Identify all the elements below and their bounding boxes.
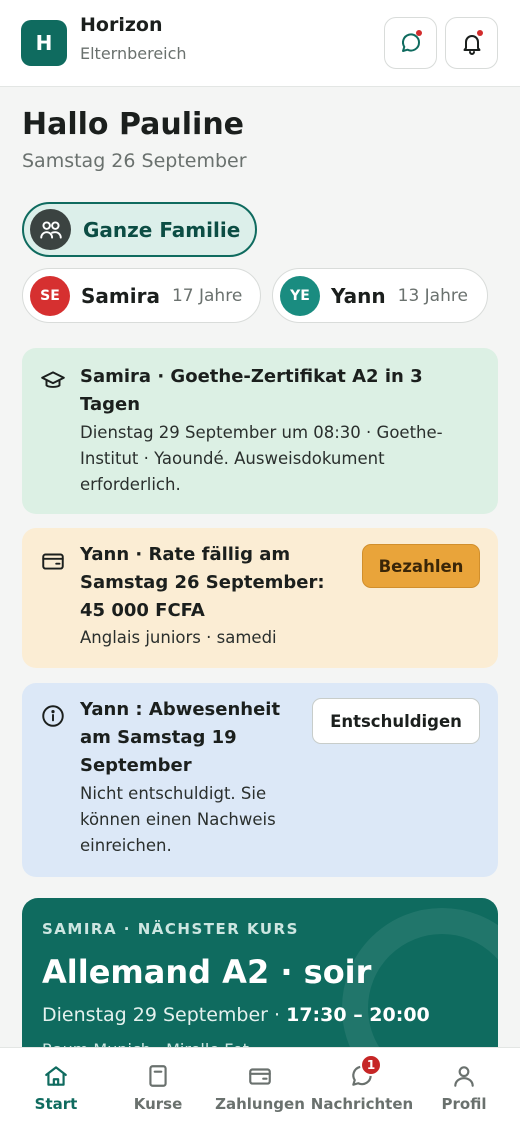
app-title: Horizon xyxy=(80,14,163,36)
exam-details: Dienstag 29 September um 08:30 · Goethe-… xyxy=(80,423,443,494)
nav-label: Kurse xyxy=(133,1095,183,1113)
child-name: Samira xyxy=(81,283,160,308)
users-icon xyxy=(39,220,62,239)
exam-title: Samira · Goethe-Zertifikat A2 in 3 Tagen xyxy=(80,366,423,415)
top-bar: H Horizon Elternbereich xyxy=(0,0,520,87)
child-name: Yann xyxy=(331,283,386,308)
filter-child-samira[interactable]: SE Samira 17 Jahre xyxy=(22,268,261,323)
nav-label: Start xyxy=(34,1095,78,1113)
payment-alert-card: Yann · Rate fällig am Samstag 26 Septemb… xyxy=(22,528,498,668)
page-title: Hallo Pauline xyxy=(22,107,245,142)
nav-label: Zahlungen xyxy=(215,1095,305,1113)
family-avatar xyxy=(30,209,71,250)
nav-label: Nachrichten xyxy=(310,1095,414,1113)
filter-child-yann[interactable]: YE Yann 13 Jahre xyxy=(272,268,488,323)
unread-dot xyxy=(416,30,422,36)
filter-whole-family[interactable]: Ganze Familie xyxy=(22,202,257,257)
course-time: 17:30 – 20:00 xyxy=(286,1004,430,1026)
nav-label: Profil xyxy=(441,1095,487,1113)
nav-kurse[interactable]: Kurse xyxy=(122,1048,194,1125)
pay-button[interactable]: Bezahlen xyxy=(362,544,480,588)
user-icon xyxy=(454,1066,474,1087)
book-icon xyxy=(149,1065,167,1087)
chat-icon-wrap: 1 xyxy=(349,1054,382,1089)
course-schedule: Dienstag 29 September · 17:30 – 20:00 xyxy=(42,1004,430,1026)
child-age: 13 Jahre xyxy=(397,285,468,306)
nav-profil[interactable]: Profil xyxy=(428,1048,500,1125)
absence-alert-card: Yann : Abwesenheit am Samstag 19 Septemb… xyxy=(22,683,498,877)
messages-button[interactable] xyxy=(384,17,437,69)
course-date: Dienstag 29 September · xyxy=(42,1004,287,1026)
avatar: SE xyxy=(30,275,70,316)
nav-nachrichten[interactable]: 1 Nachrichten xyxy=(310,1048,414,1125)
excuse-button[interactable]: Entschuldigen xyxy=(312,698,480,744)
bottom-nav: Start Kurse Zahlungen 1 Nachrichten Prof… xyxy=(0,1047,520,1125)
nav-start[interactable]: Start xyxy=(20,1048,92,1125)
family-label: Ganze Familie xyxy=(83,217,241,242)
wallet-icon xyxy=(249,1068,271,1085)
graduation-cap-icon xyxy=(41,371,65,388)
absence-title: Yann : Abwesenheit am Samstag 19 Septemb… xyxy=(80,699,281,776)
nav-zahlungen[interactable]: Zahlungen xyxy=(214,1048,306,1125)
unread-count-badge: 1 xyxy=(360,1054,382,1076)
payment-title: Yann · Rate fällig am Samstag 26 Septemb… xyxy=(80,544,325,621)
app-logo: H xyxy=(21,20,67,66)
notifications-button[interactable] xyxy=(445,17,498,69)
course-title: Allemand A2 · soir xyxy=(42,953,372,991)
app-subtitle: Elternbereich xyxy=(80,44,187,63)
info-icon xyxy=(42,705,64,727)
absence-details: Nicht entschuldigt. Sie können einen Nac… xyxy=(80,784,276,855)
course-kicker: SAMIRA · NÄCHSTER KURS xyxy=(42,920,299,938)
current-date: Samstag 26 September xyxy=(22,150,247,172)
payment-details: Anglais juniors · samedi xyxy=(80,628,277,647)
wallet-icon xyxy=(42,553,64,570)
notification-dot xyxy=(477,30,483,36)
avatar: YE xyxy=(280,275,320,316)
home-icon xyxy=(45,1066,67,1086)
child-age: 17 Jahre xyxy=(171,285,243,306)
exam-alert-card[interactable]: Samira · Goethe-Zertifikat A2 in 3 Tagen… xyxy=(22,348,498,514)
